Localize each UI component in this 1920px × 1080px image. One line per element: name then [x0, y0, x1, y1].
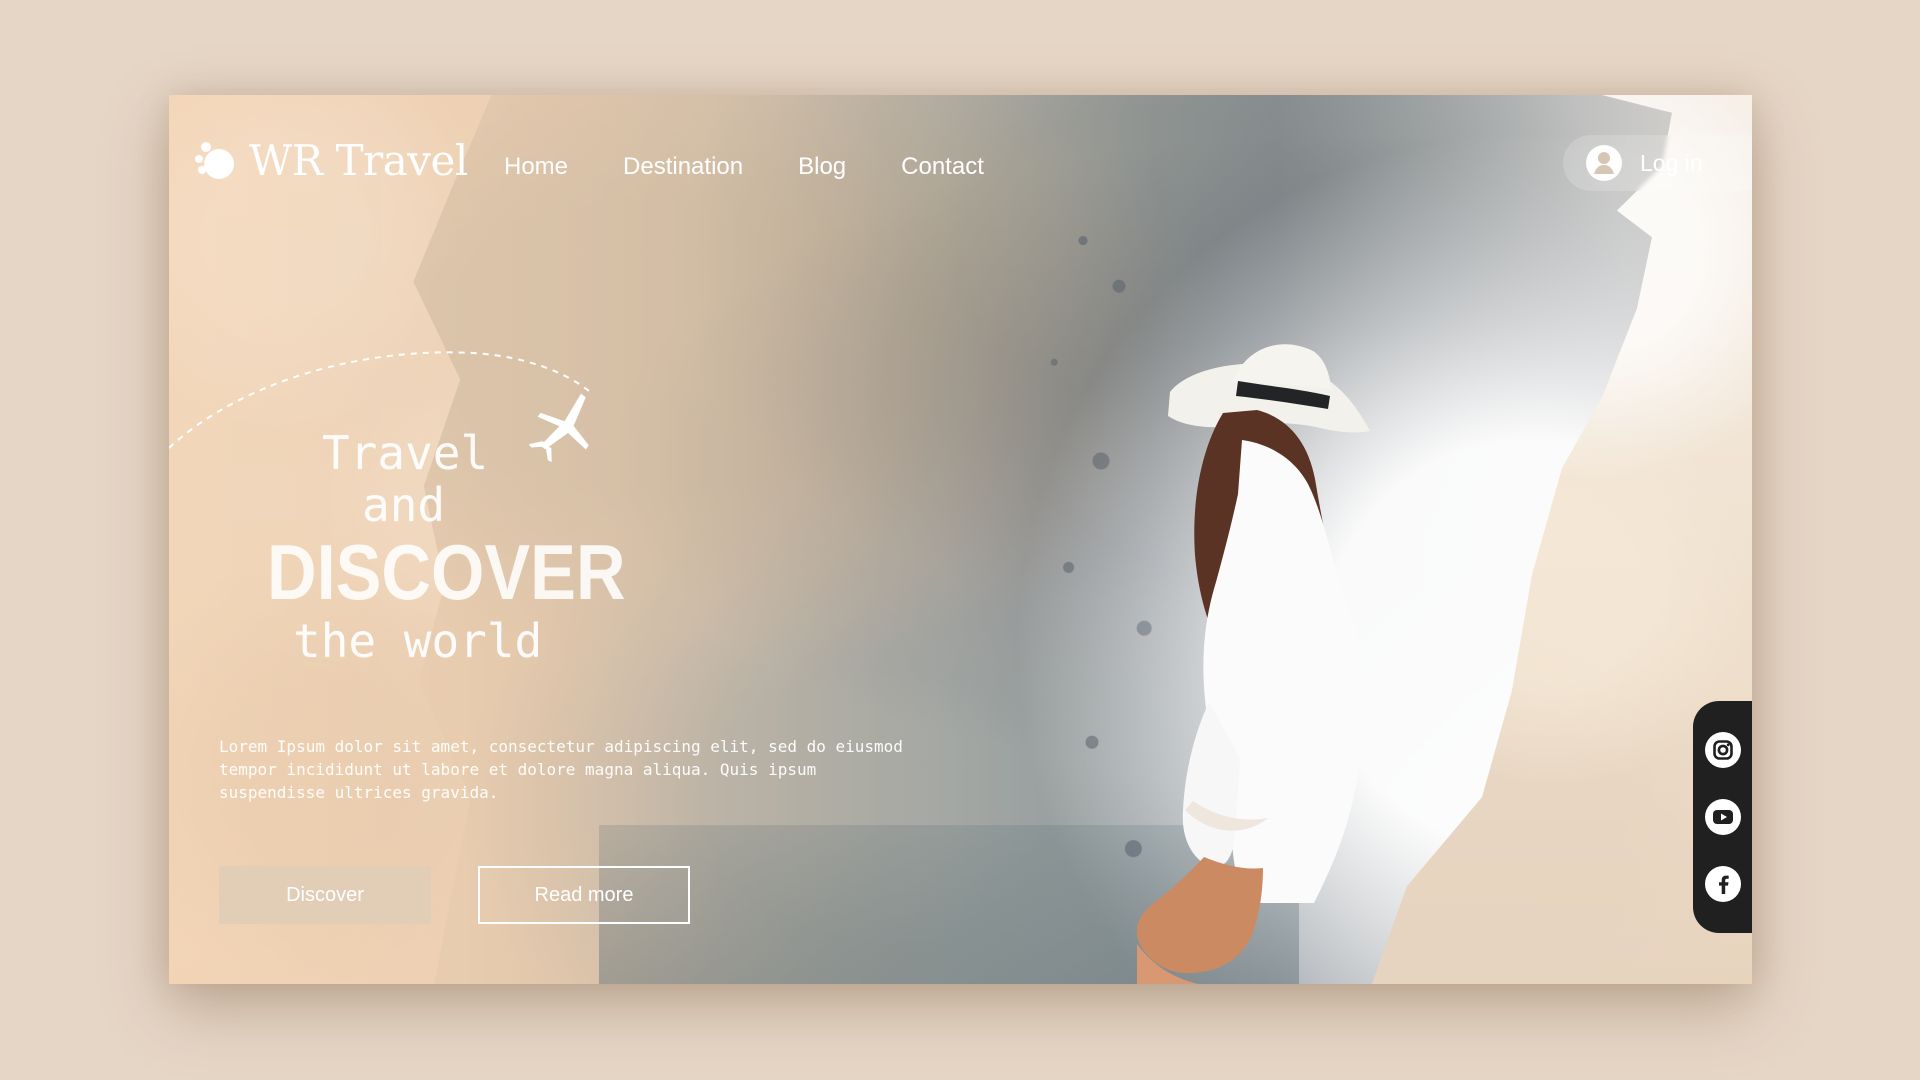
nav-item-destination[interactable]: Destination	[623, 153, 743, 181]
headline-line-world: the world	[293, 614, 543, 668]
nav-item-home[interactable]: Home	[504, 153, 568, 181]
read-more-button[interactable]: Read more	[478, 866, 690, 924]
nav-item-contact[interactable]: Contact	[901, 153, 984, 181]
discover-button[interactable]: Discover	[219, 866, 431, 924]
paw-logo-icon	[195, 142, 234, 179]
plane-icon	[528, 393, 589, 463]
brand-name: WR Travel	[249, 136, 468, 185]
logo[interactable]: WR Travel	[191, 137, 468, 185]
youtube-icon[interactable]	[1704, 798, 1742, 836]
headline-line-travel: Travel	[322, 426, 489, 480]
social-sidebar	[1693, 701, 1752, 933]
travel-landing-card: WR Travel Home Destination Blog Contact …	[169, 95, 1752, 984]
hero-description: Lorem Ipsum dolor sit amet, consectetur …	[219, 737, 903, 803]
headline-line-discover: DISCOVER	[267, 528, 626, 616]
facebook-icon[interactable]	[1704, 865, 1742, 903]
login-button[interactable]: Log in	[1563, 135, 1752, 191]
user-icon	[1586, 145, 1622, 181]
login-label: Log in	[1640, 149, 1703, 176]
nav-item-blog[interactable]: Blog	[798, 153, 846, 181]
top-navigation: Home Destination Blog Contact	[504, 153, 984, 181]
woman-with-hat	[1137, 344, 1370, 984]
headline-line-and: and	[362, 478, 446, 532]
instagram-icon[interactable]	[1704, 731, 1742, 769]
